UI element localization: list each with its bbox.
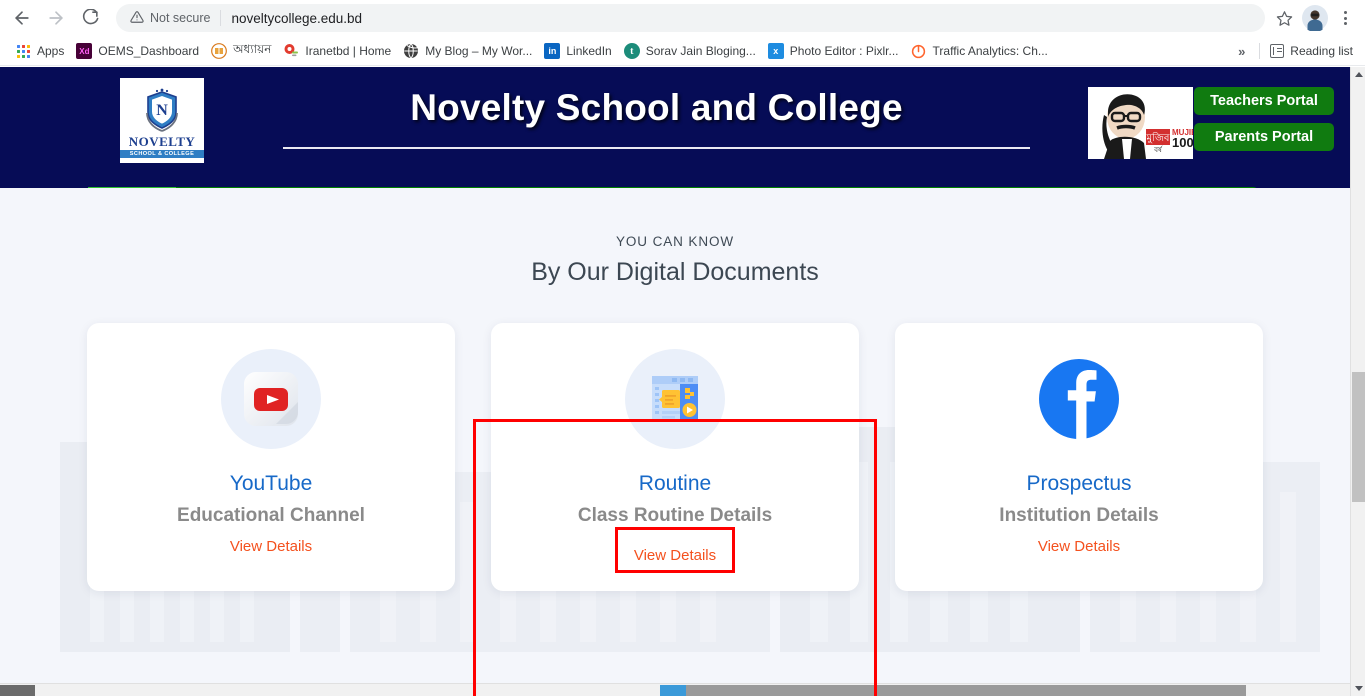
scroll-up-arrow-icon[interactable] xyxy=(1351,67,1365,82)
back-arrow-icon[interactable] xyxy=(8,4,36,32)
vertical-scroll-thumb[interactable] xyxy=(1352,372,1365,502)
bookmark-photo-editor-pixlr[interactable]: x Photo Editor : Pixlr... xyxy=(763,40,906,62)
view-details-link[interactable]: View Details xyxy=(230,538,312,555)
bookmark-sorav-jain[interactable]: t Sorav Jain Bloging... xyxy=(619,40,763,62)
reload-icon[interactable] xyxy=(76,4,104,32)
card-subtitle: Class Routine Details xyxy=(578,505,772,527)
svg-text:বর্ষ: বর্ষ xyxy=(1153,146,1163,154)
horizontal-scrollbar[interactable] xyxy=(0,683,1350,696)
bookmark-label: Apps xyxy=(37,44,64,58)
youtube-icon xyxy=(221,349,321,449)
bookmark-apps[interactable]: Apps xyxy=(10,40,71,62)
page-title: Novelty School and College xyxy=(283,85,1030,131)
reading-list-button[interactable]: Reading list xyxy=(1266,41,1357,61)
site-logo[interactable]: N NOVELTY SCHOOL & COLLEGE xyxy=(120,78,204,163)
bookmark-label: Traffic Analytics: Ch... xyxy=(933,44,1048,58)
apps-grid-icon xyxy=(15,43,31,59)
site-title-block: Novelty School and College xyxy=(283,85,1030,149)
bookmark-label: Sorav Jain Bloging... xyxy=(646,44,756,58)
not-secure-indicator[interactable]: Not secure xyxy=(130,10,210,27)
bookmark-traffic-analytics[interactable]: Traffic Analytics: Ch... xyxy=(906,40,1055,62)
reading-list-label: Reading list xyxy=(1290,44,1353,58)
section-title: By Our Digital Documents xyxy=(0,258,1350,287)
scroll-down-arrow-icon[interactable] xyxy=(1351,681,1365,696)
adobe-xd-icon: Xd xyxy=(76,43,92,59)
bookmark-oems-dashboard[interactable]: Xd OEMS_Dashboard xyxy=(71,40,206,62)
teachers-portal-button[interactable]: Teachers Portal xyxy=(1194,87,1334,115)
view-details-link[interactable]: View Details xyxy=(1038,538,1120,555)
svg-text:মুজিব: মুজিব xyxy=(1146,132,1170,144)
not-secure-label: Not secure xyxy=(150,11,210,25)
mujib-borsho-banner: মুজিব MUJIB 100 বর্ষ xyxy=(1088,87,1193,159)
logo-subtitle: SCHOOL & COLLEGE xyxy=(120,150,204,159)
card-routine[interactable]: Routine Class Routine Details View Detai… xyxy=(491,323,859,591)
parents-portal-button[interactable]: Parents Portal xyxy=(1194,123,1334,151)
card-youtube[interactable]: YouTube Educational Channel View Details xyxy=(87,323,455,591)
bookmark-my-blog[interactable]: My Blog – My Wor... xyxy=(398,40,539,62)
iranetbd-icon xyxy=(283,43,299,59)
bookmark-label: OEMS_Dashboard xyxy=(98,44,199,58)
bookmarks-overflow-button[interactable]: » xyxy=(1230,44,1253,59)
site-header: N NOVELTY SCHOOL & COLLEGE Novelty Schoo… xyxy=(0,67,1350,188)
bookmark-odhyayon[interactable]: অধ্যায়ন xyxy=(206,38,278,64)
bookmark-label: Iranetbd | Home xyxy=(305,44,391,58)
profile-avatar-icon[interactable] xyxy=(1301,4,1329,32)
browser-toolbar: Not secure noveltycollege.edu.bd xyxy=(0,0,1365,37)
three-dot-menu-icon[interactable] xyxy=(1333,4,1357,32)
page-viewport: N NOVELTY SCHOOL & COLLEGE Novelty Schoo… xyxy=(0,67,1365,696)
bookmark-linkedin[interactable]: in LinkedIn xyxy=(539,40,618,62)
view-details-highlight: View Details xyxy=(615,527,735,573)
card-subtitle: Institution Details xyxy=(999,505,1158,527)
digital-documents-section: YOU CAN KNOW By Our Digital Documents xyxy=(0,188,1350,652)
bookmarks-overflow-area: » Reading list xyxy=(1230,41,1357,61)
card-link-wrap: View Details xyxy=(1038,527,1120,555)
card-prospectus[interactable]: Prospectus Institution Details View Deta… xyxy=(895,323,1263,591)
website-page: N NOVELTY SCHOOL & COLLEGE Novelty Schoo… xyxy=(0,67,1350,696)
linkedin-icon: in xyxy=(544,43,560,59)
reading-list-icon xyxy=(1270,44,1284,58)
url-text: noveltycollege.edu.bd xyxy=(231,11,362,26)
card-subtitle: Educational Channel xyxy=(177,505,365,527)
view-details-link[interactable]: View Details xyxy=(634,547,716,564)
bookmarks-bar: Apps Xd OEMS_Dashboard অধ্যায়ন Iranetbd… xyxy=(0,37,1365,66)
vertical-scrollbar[interactable] xyxy=(1350,67,1365,696)
document-cards: YouTube Educational Channel View Details xyxy=(0,323,1350,591)
card-title: YouTube xyxy=(230,472,313,496)
section-eyebrow: YOU CAN KNOW xyxy=(0,234,1350,249)
bookmark-label: My Blog – My Wor... xyxy=(425,44,532,58)
svg-text:100: 100 xyxy=(1172,135,1193,150)
omnibox-divider xyxy=(220,10,221,26)
bookmarks-divider xyxy=(1259,43,1260,59)
semrush-icon xyxy=(911,43,927,59)
odhyayon-icon xyxy=(211,43,227,59)
address-bar[interactable]: Not secure noveltycollege.edu.bd xyxy=(116,4,1265,32)
svg-text:N: N xyxy=(156,102,168,119)
pixlr-icon: x xyxy=(768,43,784,59)
routine-document-icon xyxy=(625,349,725,449)
card-title: Prospectus xyxy=(1026,472,1131,496)
card-title: Routine xyxy=(639,472,711,496)
warning-triangle-icon xyxy=(130,10,144,27)
bookmark-label: Photo Editor : Pixlr... xyxy=(790,44,899,58)
bookmark-iranetbd[interactable]: Iranetbd | Home xyxy=(278,40,398,62)
browser-window: Not secure noveltycollege.edu.bd xyxy=(0,0,1365,696)
tumblr-icon: t xyxy=(624,43,640,59)
card-link-wrap: View Details xyxy=(230,527,312,555)
bookmark-star-icon[interactable] xyxy=(1271,5,1297,31)
logo-wordmark: NOVELTY xyxy=(129,135,196,148)
portal-buttons: Teachers Portal Parents Portal xyxy=(1194,87,1334,151)
shield-crest-icon: N xyxy=(140,86,184,134)
globe-icon xyxy=(403,43,419,59)
facebook-icon xyxy=(1029,349,1129,449)
bookmark-label: LinkedIn xyxy=(566,44,611,58)
title-underline xyxy=(283,147,1030,149)
forward-arrow-icon[interactable] xyxy=(42,4,70,32)
bookmark-label: অধ্যায়ন xyxy=(233,41,271,61)
